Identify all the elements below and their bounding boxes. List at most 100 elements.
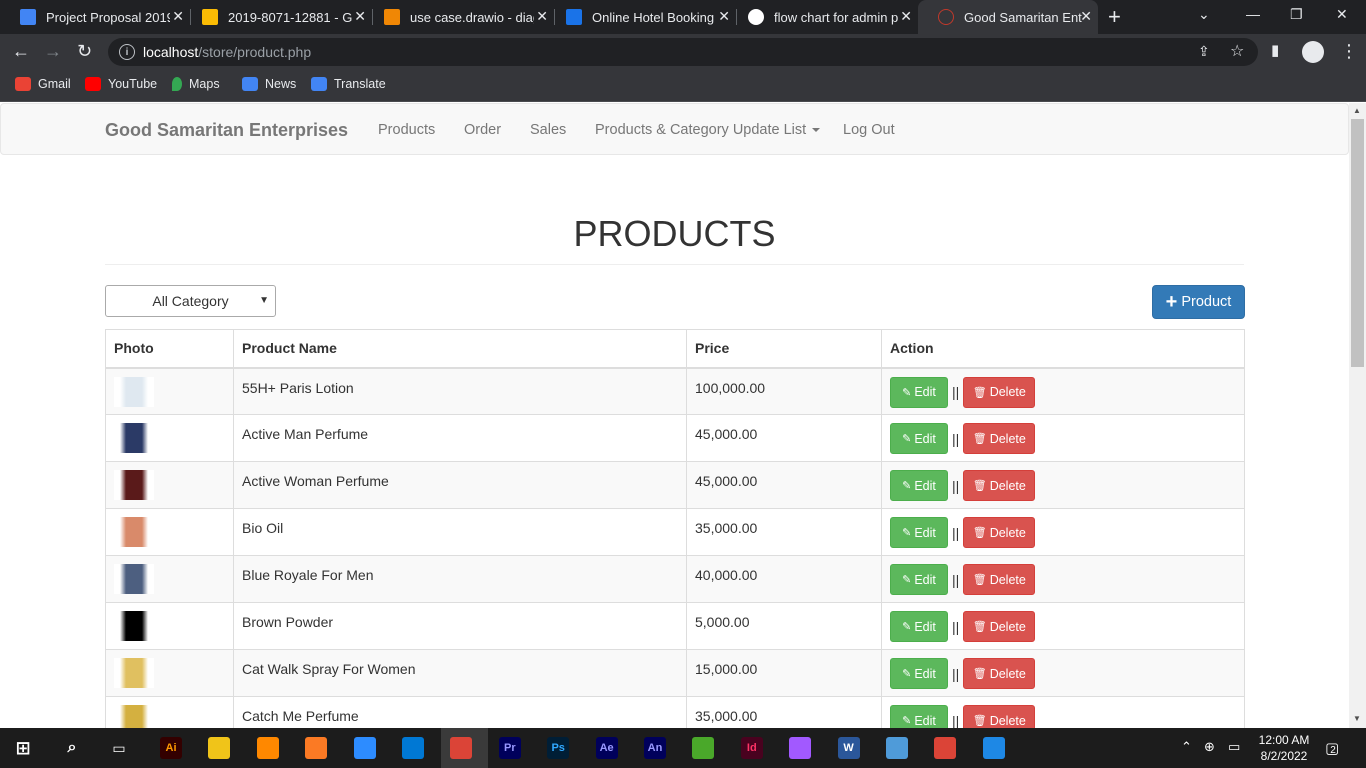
- tab-spreadsheet[interactable]: 2019-8071-12881 - Go ✕: [182, 0, 372, 34]
- price-cell: 35,000.00: [686, 696, 882, 728]
- taskbar-app-icon[interactable]: Id: [740, 737, 763, 759]
- edit-button[interactable]: ✎ Edit: [890, 376, 948, 408]
- delete-button[interactable]: 🗑 Delete: [963, 376, 1036, 408]
- tray-chevron-icon[interactable]: ⌃: [1181, 739, 1192, 755]
- taskbar-app-icon[interactable]: [256, 737, 279, 759]
- taskbar-app-icon[interactable]: [692, 737, 715, 759]
- tab-title: flow chart for admin p: [774, 9, 898, 25]
- search-icon[interactable]: ⌕: [61, 737, 83, 759]
- system-clock[interactable]: 12:00 AM 8/2/2022: [1253, 732, 1315, 764]
- bookmark-label: Maps: [189, 77, 220, 91]
- tab-drawio[interactable]: use case.drawio - diag ✕: [364, 0, 554, 34]
- taskbar-app-icon[interactable]: Ps: [547, 737, 570, 759]
- taskbar-app-icon[interactable]: Pr: [498, 737, 521, 759]
- share-icon[interactable]: ⇪: [1198, 43, 1210, 60]
- close-tab-icon[interactable]: ✕: [1080, 8, 1092, 25]
- minimize-icon[interactable]: —: [1246, 6, 1260, 22]
- scrollbar-thumb[interactable]: [1351, 119, 1364, 367]
- bookmark-star-icon[interactable]: ☆: [1230, 41, 1244, 61]
- tab-project-proposal[interactable]: Project Proposal 2019-8 ✕: [0, 0, 190, 34]
- edit-button[interactable]: ✎ Edit: [890, 564, 948, 595]
- table-row: Bio Oil 35,000.00 ✎ Edit || 🗑 Delete: [105, 508, 1245, 556]
- bookmark-translate[interactable]: Translate: [311, 77, 386, 91]
- scroll-up-icon[interactable]: ▲: [1353, 106, 1361, 115]
- product-thumbnail: [114, 376, 154, 407]
- action-cell: ✎ Edit || 🗑 Delete: [881, 414, 1245, 462]
- edit-label: Edit: [914, 666, 936, 681]
- site-navbar: Good Samaritan Enterprises Products Orde…: [0, 103, 1349, 155]
- taskbar-app-icon[interactable]: [353, 737, 376, 759]
- back-arrow-icon[interactable]: ←: [12, 41, 30, 62]
- windows-start-icon[interactable]: ⊞: [12, 737, 34, 759]
- bookmark-gmail[interactable]: Gmail: [15, 77, 71, 91]
- price-cell: 45,000.00: [686, 461, 882, 509]
- network-icon[interactable]: ▭: [1228, 739, 1240, 755]
- edit-button[interactable]: ✎ Edit: [890, 517, 948, 548]
- nav-products[interactable]: Products: [378, 122, 435, 138]
- taskbar-app-icon[interactable]: An: [644, 737, 666, 759]
- taskbar-app-icon[interactable]: [886, 737, 908, 759]
- address-bar[interactable]: i localhost/store/product.php ⇪ ☆: [108, 38, 1258, 66]
- taskbar-app-icon[interactable]: [934, 737, 957, 759]
- delete-button[interactable]: 🗑 Delete: [963, 470, 1036, 501]
- window-close-icon[interactable]: ✕: [1336, 6, 1348, 23]
- delete-button[interactable]: 🗑 Delete: [963, 517, 1036, 548]
- nav-logout[interactable]: Log Out: [843, 122, 895, 138]
- delete-button[interactable]: 🗑 Delete: [963, 658, 1036, 689]
- close-tab-icon[interactable]: ✕: [900, 8, 912, 25]
- add-product-button[interactable]: + Product: [1152, 285, 1245, 319]
- action-separator: ||: [952, 430, 960, 447]
- page-scrollbar[interactable]: ▲ ▼: [1349, 103, 1366, 728]
- taskbar-app-icon[interactable]: [305, 737, 328, 759]
- menu-dots-icon[interactable]: ⋮: [1340, 41, 1358, 62]
- edit-button[interactable]: ✎ Edit: [890, 470, 948, 501]
- column-header-price: Price: [686, 329, 882, 369]
- tab-good-samaritan[interactable]: Good Samaritan Enterp ✕: [918, 0, 1098, 34]
- delete-button[interactable]: 🗑 Delete: [963, 564, 1036, 595]
- taskbar-app-icon[interactable]: W: [837, 737, 860, 759]
- reload-icon[interactable]: ↻: [77, 41, 92, 62]
- taskbar-app-icon[interactable]: Ae: [595, 737, 618, 759]
- tab-flow-chart[interactable]: flow chart for admin p ✕: [728, 0, 918, 34]
- tab-title: Online Hotel Booking: [592, 9, 715, 25]
- taskbar-app-icon[interactable]: [982, 737, 1005, 759]
- bookmark-maps[interactable]: Maps: [172, 77, 220, 91]
- taskbar-app-icon[interactable]: [789, 737, 812, 759]
- info-icon[interactable]: i: [119, 44, 135, 60]
- side-panel-icon[interactable]: ▮: [1271, 41, 1279, 59]
- taskbar-app-icon[interactable]: [208, 737, 231, 759]
- tab-hotel-booking[interactable]: Online Hotel Booking ✕: [546, 0, 736, 34]
- edit-button[interactable]: ✎ Edit: [890, 658, 948, 689]
- edit-button[interactable]: ✎ Edit: [890, 611, 948, 642]
- bookmarks-bar: Gmail YouTube Maps News Translate: [0, 70, 1366, 102]
- scroll-down-icon[interactable]: ▼: [1353, 714, 1361, 723]
- globe-icon[interactable]: ⊕: [1204, 739, 1215, 755]
- profile-avatar[interactable]: [1302, 41, 1324, 63]
- task-view-icon[interactable]: ▭: [108, 737, 130, 759]
- notification-icon[interactable]: ▢2: [1325, 739, 1339, 757]
- bookmark-news[interactable]: News: [242, 77, 296, 91]
- delete-button[interactable]: 🗑 Delete: [963, 423, 1036, 454]
- delete-button[interactable]: 🗑 Delete: [963, 611, 1036, 642]
- taskbar-app-icon[interactable]: Ai: [160, 737, 182, 759]
- new-tab-icon[interactable]: +: [1108, 4, 1121, 30]
- nav-update-list-dropdown[interactable]: Products & Category Update List: [595, 122, 821, 138]
- category-select[interactable]: All Category ▼: [105, 285, 276, 317]
- edit-button[interactable]: ✎ Edit: [890, 705, 948, 728]
- taskbar-app-icon[interactable]: [450, 737, 473, 759]
- browser-toolbar: ← → ↻ i localhost/store/product.php ⇪ ☆ …: [0, 34, 1366, 70]
- nav-sales[interactable]: Sales: [530, 122, 566, 138]
- delete-label: Delete: [989, 525, 1026, 540]
- taskbar-app-icon[interactable]: [402, 737, 424, 759]
- table-row: Cat Walk Spray For Women 15,000.00 ✎ Edit ||…: [105, 649, 1245, 697]
- site-brand[interactable]: Good Samaritan Enterprises: [105, 120, 348, 141]
- delete-button[interactable]: 🗑 Delete: [963, 705, 1036, 728]
- edit-button[interactable]: ✎ Edit: [890, 423, 948, 454]
- bookmark-youtube[interactable]: YouTube: [85, 77, 157, 91]
- column-header-action: Action: [881, 329, 1245, 369]
- nav-order[interactable]: Order: [464, 122, 501, 138]
- tab-search-chevron-icon[interactable]: ⌄: [1198, 6, 1210, 23]
- restore-icon[interactable]: ❐: [1290, 6, 1303, 23]
- forward-arrow-icon[interactable]: →: [44, 41, 62, 62]
- translate-icon: [311, 77, 327, 91]
